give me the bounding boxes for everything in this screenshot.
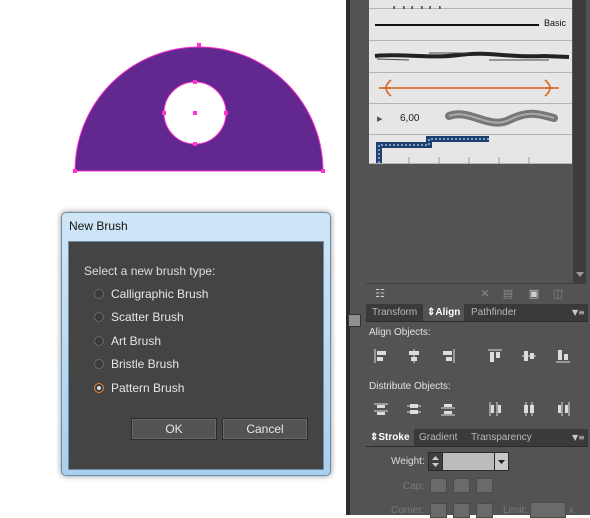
distribute-vertical-center-icon[interactable] xyxy=(406,401,422,417)
align-vertical-center-icon[interactable] xyxy=(521,348,537,364)
half-donut-shape[interactable] xyxy=(0,0,346,200)
tab-transform[interactable]: Transform xyxy=(368,304,421,321)
distribute-right-icon[interactable] xyxy=(555,401,571,417)
cap-label: Cap: xyxy=(403,481,425,492)
radio-label: Pattern Brush xyxy=(111,381,185,395)
bristle-stroke-preview xyxy=(445,109,558,127)
brush-row-arrow[interactable] xyxy=(369,73,572,104)
basic-brush-label: Basic xyxy=(544,18,567,28)
basic-stroke-preview xyxy=(375,24,539,26)
chevron-down-icon xyxy=(498,460,505,464)
align-panel-tabs: Transform ⇕Align Pathfinder ▼≡ xyxy=(366,304,588,322)
corner-label: Corner: xyxy=(391,505,425,516)
round-join-button[interactable] xyxy=(453,503,470,518)
tab-align-label: Align xyxy=(435,307,461,318)
brush-row-bristle[interactable]: ▸ 6,00 xyxy=(369,104,572,135)
new-brush-icon[interactable]: ▣ xyxy=(528,288,540,300)
limit-label: Limit: xyxy=(503,505,527,516)
dialog-body: Select a new brush type: Calligraphic Br… xyxy=(68,241,324,470)
distribute-left-icon[interactable] xyxy=(487,401,503,417)
panel-menu-icon[interactable]: ▼≡ xyxy=(572,433,585,442)
miter-join-button[interactable] xyxy=(430,503,447,518)
brush-row-basic[interactable]: Basic xyxy=(369,9,572,41)
delete-brush-icon[interactable]: ◫ xyxy=(552,288,564,300)
align-horizontal-center-icon[interactable] xyxy=(406,348,422,364)
distribute-bottom-icon[interactable] xyxy=(440,401,456,417)
projecting-cap-button[interactable] xyxy=(476,478,493,493)
brush-library-menu-icon[interactable]: ☷ xyxy=(374,288,386,300)
remove-brush-stroke-icon[interactable]: ✕ xyxy=(479,288,491,300)
brush-panel-footer: ☷ ✕ ▤ ▣ ◫ xyxy=(366,283,586,304)
weight-dropdown[interactable] xyxy=(494,452,509,471)
new-brush-dialog: New Brush Select a new brush type: Calli… xyxy=(61,212,331,476)
tab-transparency[interactable]: Transparency xyxy=(467,429,536,446)
scroll-down-icon[interactable] xyxy=(576,272,584,277)
cancel-button[interactable]: Cancel xyxy=(222,418,308,440)
radio-label: Art Brush xyxy=(111,334,162,348)
align-bottom-icon[interactable] xyxy=(555,348,571,364)
tab-pathfinder[interactable]: Pathfinder xyxy=(467,304,521,321)
radio-button[interactable] xyxy=(94,336,104,346)
distribute-horizontal-center-icon[interactable] xyxy=(521,401,537,417)
weight-label: Weight: xyxy=(391,456,425,467)
tab-stroke[interactable]: ⇕Stroke xyxy=(366,429,414,446)
align-left-icon[interactable] xyxy=(373,348,389,364)
tab-stroke-label: Stroke xyxy=(378,432,410,443)
distribute-objects-label: Distribute Objects: xyxy=(369,381,451,392)
brush-options-icon[interactable]: ▤ xyxy=(502,288,514,300)
align-right-icon[interactable] xyxy=(440,348,456,364)
brush-row-charcoal[interactable] xyxy=(369,41,572,73)
bevel-join-button[interactable] xyxy=(476,503,493,518)
panel-collapse-button[interactable] xyxy=(348,314,361,327)
radio-button-selected[interactable] xyxy=(94,383,104,393)
panel-menu-icon[interactable]: ▼≡ xyxy=(572,308,585,317)
weight-input[interactable] xyxy=(442,452,496,471)
round-cap-button[interactable] xyxy=(453,478,470,493)
butt-cap-button[interactable] xyxy=(430,478,447,493)
brush-row-pattern[interactable] xyxy=(369,135,572,164)
limit-suffix: x xyxy=(569,505,574,516)
radio-button[interactable] xyxy=(94,312,104,322)
ok-button[interactable]: OK xyxy=(131,418,217,440)
pattern-stroke-preview xyxy=(376,136,530,164)
arrow-stroke-preview xyxy=(379,79,559,97)
dialog-prompt: Select a new brush type: xyxy=(84,264,216,278)
radio-label: Scatter Brush xyxy=(111,310,184,324)
distribute-top-icon[interactable] xyxy=(373,401,389,417)
radio-label: Bristle Brush xyxy=(111,357,180,371)
radio-button[interactable] xyxy=(94,359,104,369)
radio-button[interactable] xyxy=(94,289,104,299)
charcoal-stroke-preview xyxy=(374,51,570,61)
dock-edge xyxy=(346,0,350,515)
weight-stepper[interactable] xyxy=(428,452,443,471)
radio-label: Calligraphic Brush xyxy=(111,287,209,301)
limit-input[interactable] xyxy=(530,502,566,518)
dialog-title: New Brush xyxy=(69,219,128,233)
tab-gradient[interactable]: Gradient xyxy=(415,429,461,446)
align-top-icon[interactable] xyxy=(487,348,503,364)
brush-row-partial[interactable] xyxy=(369,0,572,14)
brush-list-scrollbar[interactable] xyxy=(573,0,586,283)
stroke-panel-tabs: ⇕Stroke Gradient Transparency ▼≡ xyxy=(366,429,588,447)
align-objects-label: Align Objects: xyxy=(369,327,431,338)
tab-align[interactable]: ⇕Align xyxy=(423,304,465,321)
